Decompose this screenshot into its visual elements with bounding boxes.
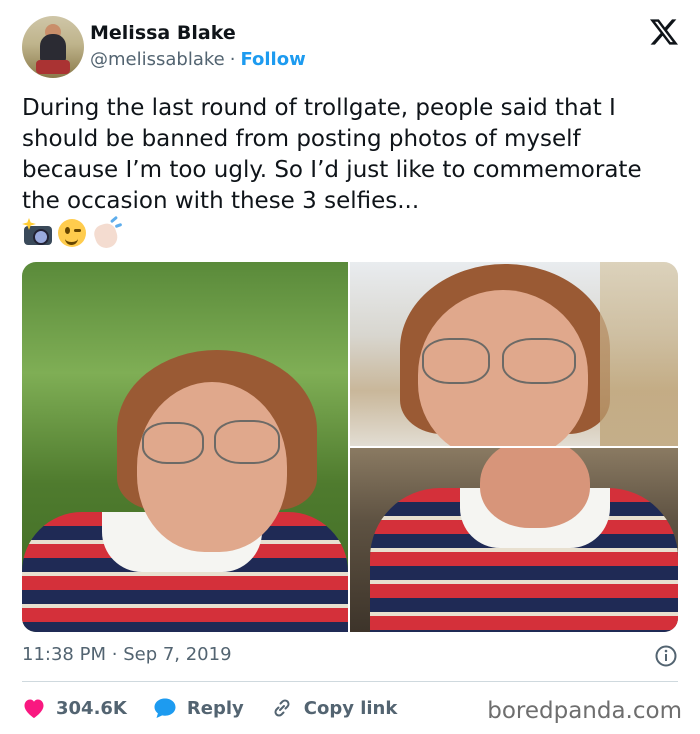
action-bar: 304.6K Reply Copy link <box>22 694 423 722</box>
x-logo-icon[interactable] <box>650 18 678 46</box>
separator: · <box>111 644 118 665</box>
reply-button[interactable]: Reply <box>153 697 244 719</box>
photo-selfie-indoor[interactable] <box>350 448 678 632</box>
tweet-date: Sep 7, 2019 <box>123 644 232 665</box>
info-icon[interactable] <box>654 644 678 668</box>
like-count: 304.6K <box>56 697 127 719</box>
reply-bubble-icon <box>154 698 176 718</box>
heart-icon <box>24 699 44 718</box>
tweet-body: During the last round of trollgate, peop… <box>22 93 682 251</box>
tweet-time: 11:38 PM <box>22 644 106 665</box>
winking-face-icon <box>56 218 88 248</box>
follow-button[interactable]: Follow <box>240 49 305 70</box>
camera-with-flash-icon <box>22 218 54 248</box>
emoji-row <box>22 215 682 251</box>
photo-selfie-building[interactable] <box>350 262 678 446</box>
reply-label: Reply <box>186 697 244 719</box>
watermark: boredpanda.com <box>487 698 682 724</box>
like-button[interactable]: 304.6K <box>22 697 127 719</box>
author-handle-row: @melissablake · Follow <box>90 49 306 70</box>
media-grid <box>22 262 678 632</box>
separator: · <box>229 49 236 70</box>
tweet-text: During the last round of trollgate, peop… <box>22 95 642 214</box>
copy-link-label: Copy link <box>303 697 398 719</box>
avatar[interactable] <box>22 16 84 78</box>
tweet-header: Melissa Blake @melissablake · Follow <box>22 14 680 80</box>
author-name[interactable]: Melissa Blake <box>90 22 236 44</box>
divider <box>22 681 678 682</box>
photo-selfie-park[interactable] <box>22 262 348 632</box>
timestamp[interactable]: 11:38 PM · Sep 7, 2019 <box>22 644 232 665</box>
copy-link-button[interactable]: Copy link <box>270 696 398 720</box>
link-icon <box>274 699 290 717</box>
author-handle[interactable]: @melissablake <box>90 49 225 70</box>
waving-hand-icon <box>90 215 123 251</box>
